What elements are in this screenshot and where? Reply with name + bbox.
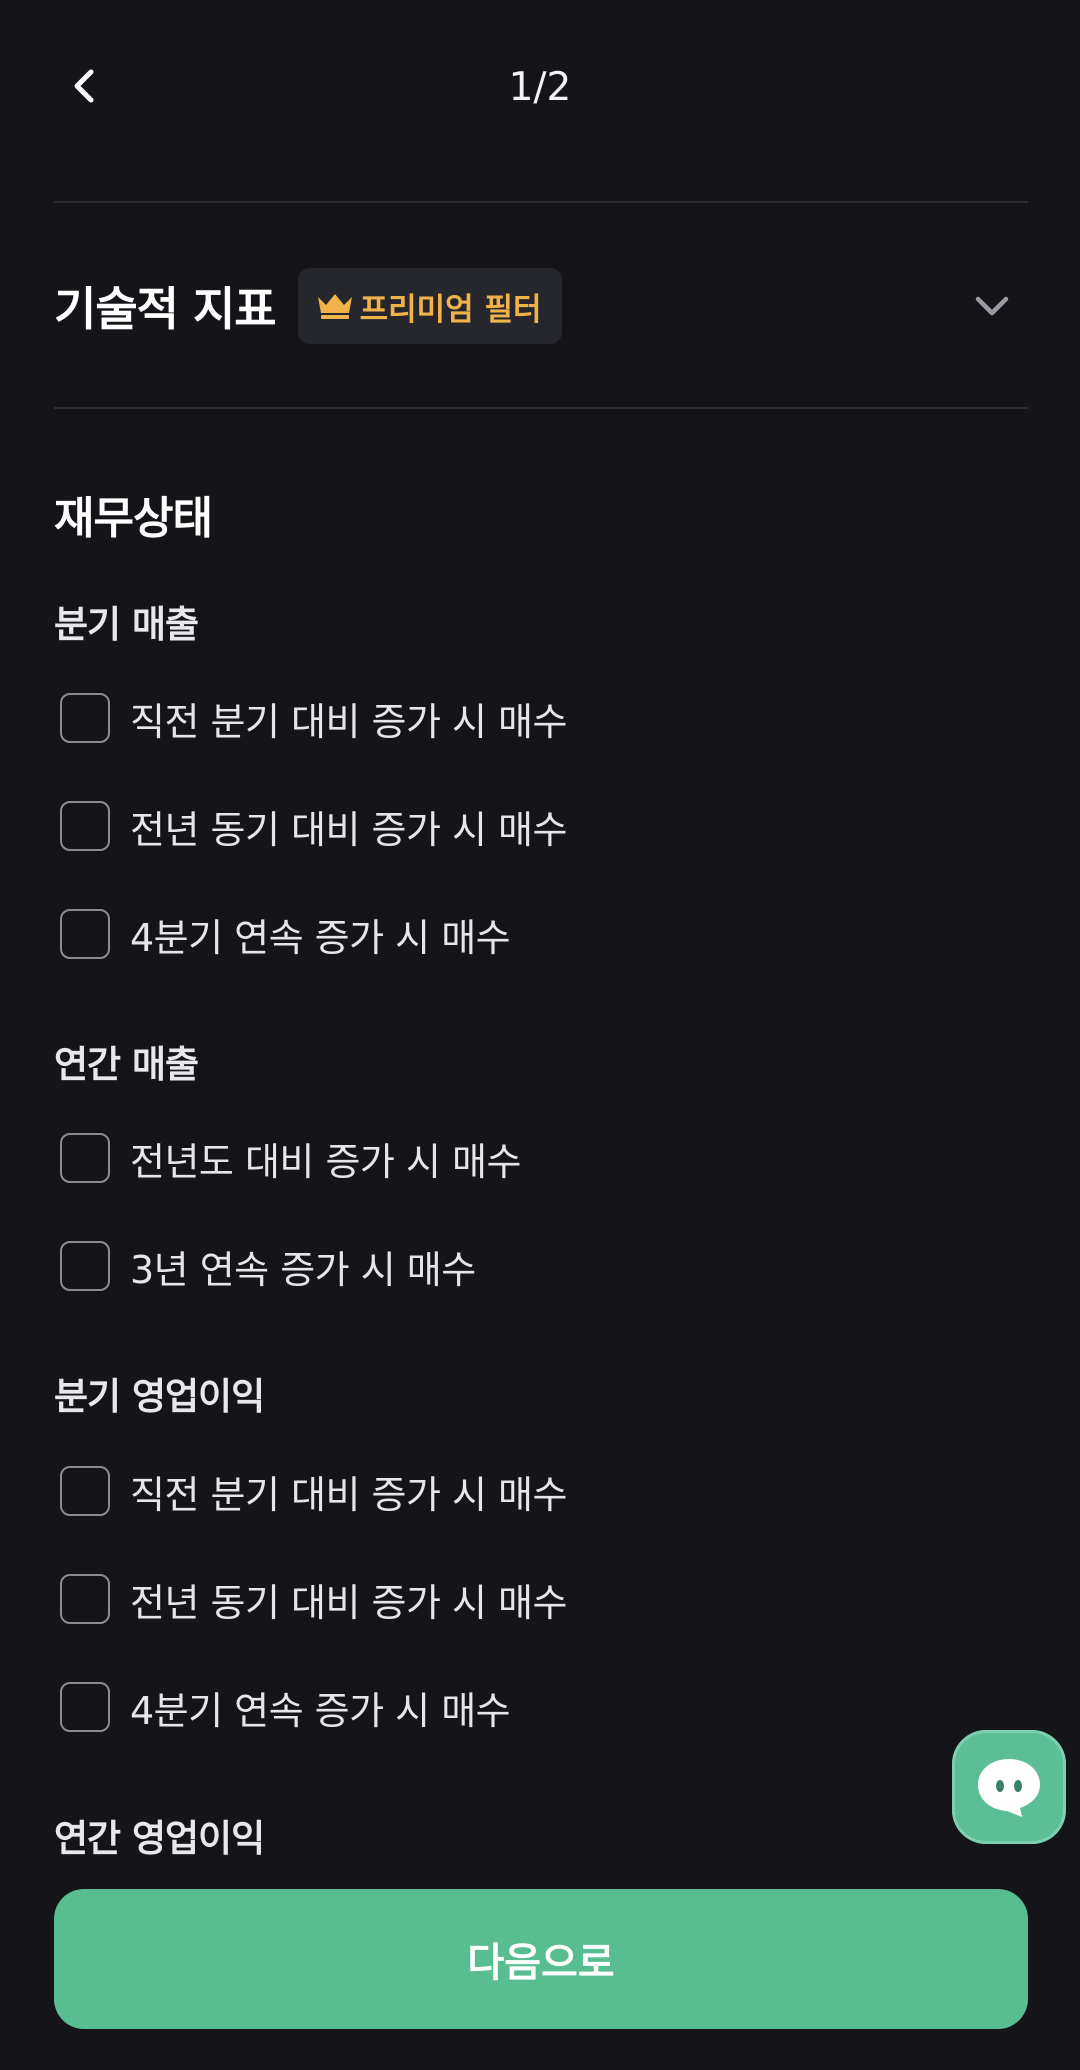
checkbox[interactable]	[60, 801, 110, 851]
next-button[interactable]: 다음으로	[54, 1889, 1028, 2029]
checkbox[interactable]	[60, 1574, 110, 1624]
crown-icon	[317, 294, 352, 319]
option-row[interactable]: 직전 분기 대비 증가 시 매수	[54, 1459, 567, 1523]
checkbox[interactable]	[60, 909, 110, 959]
chat-button[interactable]	[952, 1730, 1066, 1844]
option-label: 4분기 연속 증가 시 매수	[130, 915, 511, 960]
group-title-quarterly-operating-profit: 분기 영업이익	[54, 1375, 265, 1418]
group-title-quarterly-revenue: 분기 매출	[54, 603, 199, 646]
checkbox[interactable]	[60, 1466, 110, 1516]
page-indicator: 1/2	[508, 65, 572, 110]
premium-badge: 프리미엄 필터	[297, 268, 562, 344]
financial-status-title: 재무상태	[54, 493, 213, 544]
chevron-down-icon	[968, 282, 1016, 330]
scroll-fade	[0, 1860, 1080, 1890]
group-title-annual-operating-profit: 연간 영업이익	[54, 1817, 265, 1860]
option-row[interactable]: 직전 분기 대비 증가 시 매수	[54, 686, 567, 750]
option-label: 3년 연속 증가 시 매수	[130, 1247, 476, 1292]
divider	[54, 201, 1028, 203]
option-row[interactable]: 전년 동기 대비 증가 시 매수	[54, 1567, 567, 1631]
technical-indicators-toggle[interactable]: 기술적 지표 프리미엄 필터	[54, 266, 1028, 346]
option-row[interactable]: 4분기 연속 증가 시 매수	[54, 1675, 511, 1739]
option-row[interactable]: 3년 연속 증가 시 매수	[54, 1234, 476, 1298]
checkbox[interactable]	[60, 1133, 110, 1183]
chat-bubble-icon	[978, 1759, 1040, 1817]
option-label: 4분기 연속 증가 시 매수	[130, 1688, 511, 1733]
option-label: 직전 분기 대비 증가 시 매수	[130, 699, 567, 744]
option-row[interactable]: 전년도 대비 증가 시 매수	[54, 1126, 521, 1190]
option-row[interactable]: 전년 동기 대비 증가 시 매수	[54, 794, 567, 858]
option-label: 직전 분기 대비 증가 시 매수	[130, 1472, 567, 1517]
option-label: 전년도 대비 증가 시 매수	[130, 1139, 521, 1184]
option-row[interactable]: 4분기 연속 증가 시 매수	[54, 902, 511, 966]
group-title-annual-revenue: 연간 매출	[54, 1043, 199, 1086]
premium-badge-label: 프리미엄 필터	[359, 291, 542, 328]
checkbox[interactable]	[60, 1241, 110, 1291]
section-title: 기술적 지표	[54, 282, 277, 336]
header: 1/2	[0, 0, 1080, 176]
option-label: 전년 동기 대비 증가 시 매수	[130, 807, 567, 852]
checkbox[interactable]	[60, 1682, 110, 1732]
option-label: 전년 동기 대비 증가 시 매수	[130, 1580, 567, 1625]
checkbox[interactable]	[60, 693, 110, 743]
divider	[54, 407, 1028, 409]
